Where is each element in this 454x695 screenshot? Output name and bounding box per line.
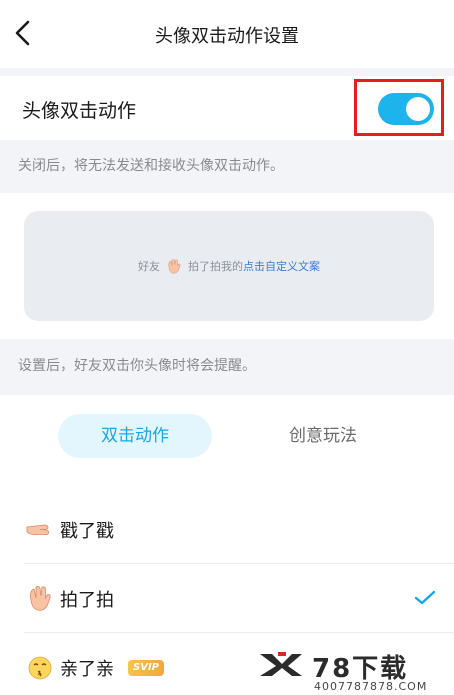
pointing-hand-icon <box>26 524 49 535</box>
watermark: 78下载 4007787878.COM <box>256 648 454 695</box>
toggle-off-hint: 关闭后，将无法发送和接收头像双击动作。 <box>18 158 284 174</box>
toggle-label: 头像双击动作 <box>22 100 137 122</box>
list-item-label: 亲了亲 <box>60 659 114 680</box>
set-hint: 设置后，好友双击你头像时将会提醒。 <box>18 358 256 374</box>
watermark-phone: 4007787878.COM <box>314 680 428 693</box>
preview-prefix: 好友 <box>138 260 160 273</box>
tab-double-click-action[interactable]: 双击动作 <box>58 414 212 458</box>
preview-action: 拍了拍我的 <box>188 260 243 273</box>
waving-hand-icon <box>168 259 181 274</box>
customize-text-link[interactable]: 点击自定义文案 <box>243 260 320 273</box>
checkmark-icon <box>414 590 436 605</box>
list-item-label: 戳了戳 <box>60 521 114 542</box>
svip-badge: SVIP <box>128 660 164 676</box>
list-item-pat[interactable]: 拍了拍 <box>0 564 454 632</box>
list-item-label: 拍了拍 <box>60 590 114 611</box>
kiss-face-icon <box>28 656 52 680</box>
toggle-knob <box>406 97 430 121</box>
preview-card[interactable]: 好友 拍了拍我的点击自定义文案 <box>24 211 434 321</box>
waving-hand-icon <box>30 586 51 611</box>
preview-section: 好友 拍了拍我的点击自定义文案 <box>0 193 454 339</box>
double-click-toggle-switch[interactable] <box>378 93 434 125</box>
watermark-logo-icon <box>260 652 302 676</box>
list-item-poke[interactable]: 戳了戳 <box>0 495 454 563</box>
page-title: 头像双击动作设置 <box>155 26 299 47</box>
header-bar: 头像双击动作设置 <box>0 0 454 68</box>
tab-creative-play[interactable]: 创意玩法 <box>246 414 400 458</box>
preview-text: 好友 拍了拍我的点击自定义文案 <box>24 257 434 275</box>
